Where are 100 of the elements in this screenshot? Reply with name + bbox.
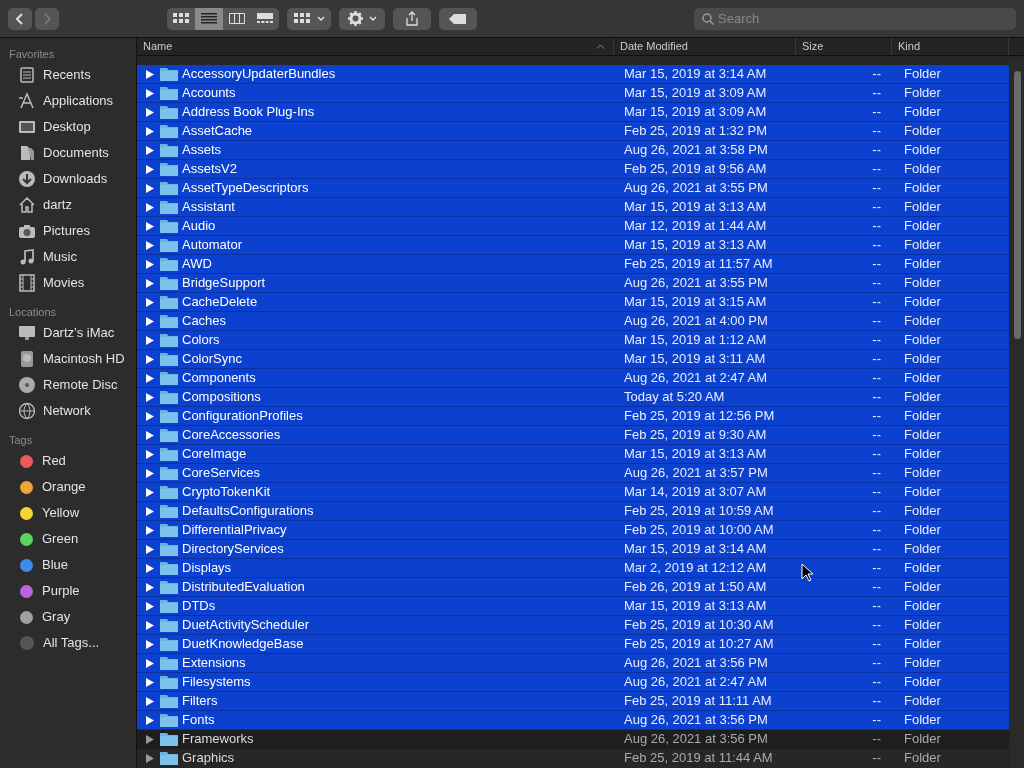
file-row[interactable]: Colors Mar 15, 2019 at 1:12 AM -- Folder [137,331,1009,350]
share-button[interactable] [393,7,432,30]
file-kind: Folder [904,712,941,728]
file-kind: Folder [904,408,941,424]
chevron-right-icon [43,12,52,25]
file-row[interactable]: Extensions Aug 26, 2021 at 3:56 PM -- Folder [137,654,1009,673]
folder-icon [160,105,178,119]
file-row[interactable]: CacheDelete Mar 15, 2019 at 3:15 AM -- Folder [137,293,1009,312]
file-size: -- [872,332,881,348]
file-row[interactable]: DTDs Mar 15, 2019 at 3:13 AM -- Folder [137,597,1009,616]
file-row[interactable]: AssetsV2 Feb 25, 2019 at 9:56 AM -- Folder [137,160,1009,179]
file-name: ColorSync [182,350,242,369]
file-row[interactable]: AssetTypeDescriptors Aug 26, 2021 at 3:55 PM -- Folder [137,179,1009,198]
file-size: -- [872,370,881,386]
desktop-icon [18,118,36,136]
sidebar-item[interactable]: Pictures [0,218,136,244]
file-row[interactable]: Fonts Aug 26, 2021 at 3:56 PM -- Folder [137,711,1009,730]
file-kind: Folder [904,237,941,253]
file-row[interactable]: ColorSync Mar 15, 2019 at 3:11 AM -- Folder [137,350,1009,369]
list-view-button[interactable] [195,7,224,30]
file-row[interactable]: Automator Mar 15, 2019 at 3:13 AM -- Folder [137,236,1009,255]
file-row[interactable]: ConfigurationProfiles Feb 25, 2019 at 12:56 PM -- Folder [137,407,1009,426]
file-row[interactable]: DifferentialPrivacy Feb 25, 2019 at 10:00 AM -- Folder [137,521,1009,540]
file-row[interactable]: Audio Mar 12, 2019 at 1:44 AM -- Folder [137,217,1009,236]
sidebar-item[interactable]: Documents [0,140,136,166]
search-field[interactable]: Search [694,7,1016,30]
file-row[interactable]: AssetCache Feb 25, 2019 at 1:32 PM -- Folder [137,122,1009,141]
sidebar-item[interactable]: Dartz’s iMac [0,320,136,346]
sidebar-item[interactable]: Gray [0,604,136,630]
file-kind: Folder [904,85,941,101]
file-row[interactable]: CoreServices Aug 26, 2021 at 3:57 PM -- Folder [137,464,1009,483]
date-modified: Feb 25, 2019 at 11:44 AM [624,750,773,766]
file-row[interactable]: DuetKnowledgeBase Feb 25, 2019 at 10:27 AM -- Folder [137,635,1009,654]
file-row[interactable]: BridgeSupport Aug 26, 2021 at 3:55 PM -- Folder [137,274,1009,293]
file-row[interactable]: DirectoryServices Mar 15, 2019 at 3:14 AM -- Folder [137,540,1009,559]
folder-icon [160,124,178,138]
sidebar-item[interactable]: Desktop [0,114,136,140]
grid-icon [294,12,310,25]
item-label: Network [43,402,91,421]
file-kind: Folder [904,218,941,234]
sidebar-item[interactable]: Blue [0,552,136,578]
sidebar-item[interactable]: dartz [0,192,136,218]
tag-button[interactable] [439,7,478,30]
file-kind: Folder [904,693,941,709]
file-row[interactable]: Assistant Mar 15, 2019 at 3:13 AM -- Folder [137,198,1009,217]
file-row[interactable]: DistributedEvaluation Feb 26, 2019 at 1:50 AM -- Folder [137,578,1009,597]
action-button[interactable] [339,7,386,30]
file-row[interactable]: Displays Mar 2, 2019 at 12:12 AM -- Folder [137,559,1009,578]
file-row[interactable]: AWD Feb 25, 2019 at 11:57 AM -- Folder [137,255,1009,274]
file-name: DistributedEvaluation [182,578,305,597]
column-header[interactable]: Name [143,38,173,55]
date-modified: Aug 26, 2021 at 3:57 PM [624,465,768,481]
file-kind: Folder [904,522,941,538]
file-row[interactable]: CoreImage Mar 15, 2019 at 3:13 AM -- Folder [137,445,1009,464]
column-header[interactable]: Kind [898,38,921,55]
file-name: DirectoryServices [182,540,284,559]
file-row[interactable]: CoreAccessories Feb 25, 2019 at 9:30 AM -- Folder [137,426,1009,445]
file-row[interactable]: DefaultsConfigurations Feb 25, 2019 at 10:59 AM -- Folder [137,502,1009,521]
date-modified: Feb 25, 2019 at 11:57 AM [624,256,773,272]
file-name: Automator [182,236,242,255]
file-name: Assets [182,141,221,160]
file-row[interactable]: Assets Aug 26, 2021 at 3:58 PM -- Folder [137,141,1009,160]
file-row[interactable]: AccessoryUpdaterBundles Mar 15, 2019 at 3:14 AM -- Folder [137,65,1009,84]
folder-icon [160,333,178,347]
sidebar-item[interactable]: Downloads [0,166,136,192]
file-name: AccessoryUpdaterBundles [182,65,336,84]
sidebar-item[interactable]: Music [0,244,136,270]
file-kind: Folder [904,66,941,82]
sidebar-item[interactable]: All Tags... [0,630,136,656]
sidebar-item[interactable]: Movies [0,270,136,296]
date-modified: Feb 25, 2019 at 10:30 AM [624,617,774,633]
file-name: CacheDelete [182,293,258,312]
sidebar-item[interactable]: Macintosh HD [0,346,136,372]
file-row[interactable]: Frameworks Aug 26, 2021 at 3:56 PM -- Folder [137,730,1009,749]
file-row[interactable]: Filters Feb 25, 2019 at 11:11 AM -- Folder [137,692,1009,711]
file-row[interactable]: Address Book Plug-Ins Mar 15, 2019 at 3:09 AM -- Folder [137,103,1009,122]
file-row[interactable]: Filesystems Aug 26, 2021 at 2:47 AM -- Folder [137,673,1009,692]
folder-icon [160,352,178,366]
file-row[interactable]: Caches Aug 26, 2021 at 4:00 PM -- Folder [137,312,1009,331]
sidebar-item[interactable]: Orange [0,474,136,500]
file-row[interactable]: CryptoTokenKit Mar 14, 2019 at 3:07 AM -- Folder [137,483,1009,502]
file-name: Fonts [182,711,215,730]
file-size: -- [872,180,881,196]
file-row[interactable]: DuetActivityScheduler Feb 25, 2019 at 10:30 AM -- Folder [137,616,1009,635]
group-button[interactable] [287,7,332,30]
file-row[interactable]: Compositions Today at 5:20 AM -- Folder [137,388,1009,407]
scrollbar-thumb[interactable] [1014,71,1021,339]
column-header[interactable]: Size [802,38,824,55]
sidebar-item[interactable]: Purple [0,578,136,604]
column-header[interactable]: Date Modified [620,38,688,55]
sidebar-item[interactable]: Green [0,526,136,552]
sidebar-item[interactable]: Yellow [0,500,136,526]
file-row[interactable]: Accounts Mar 15, 2019 at 3:09 AM -- Folder [137,84,1009,103]
back-button[interactable] [8,7,32,30]
sidebar-item[interactable]: Applications [0,88,136,114]
file-row[interactable]: Components Aug 26, 2021 at 2:47 AM -- Folder [137,369,1009,388]
sidebar-item[interactable]: Network [0,398,136,424]
sidebar-item[interactable]: Recents [0,62,136,88]
sidebar-item[interactable]: Red [0,448,136,474]
sidebar-item[interactable]: Remote Disc [0,372,136,398]
